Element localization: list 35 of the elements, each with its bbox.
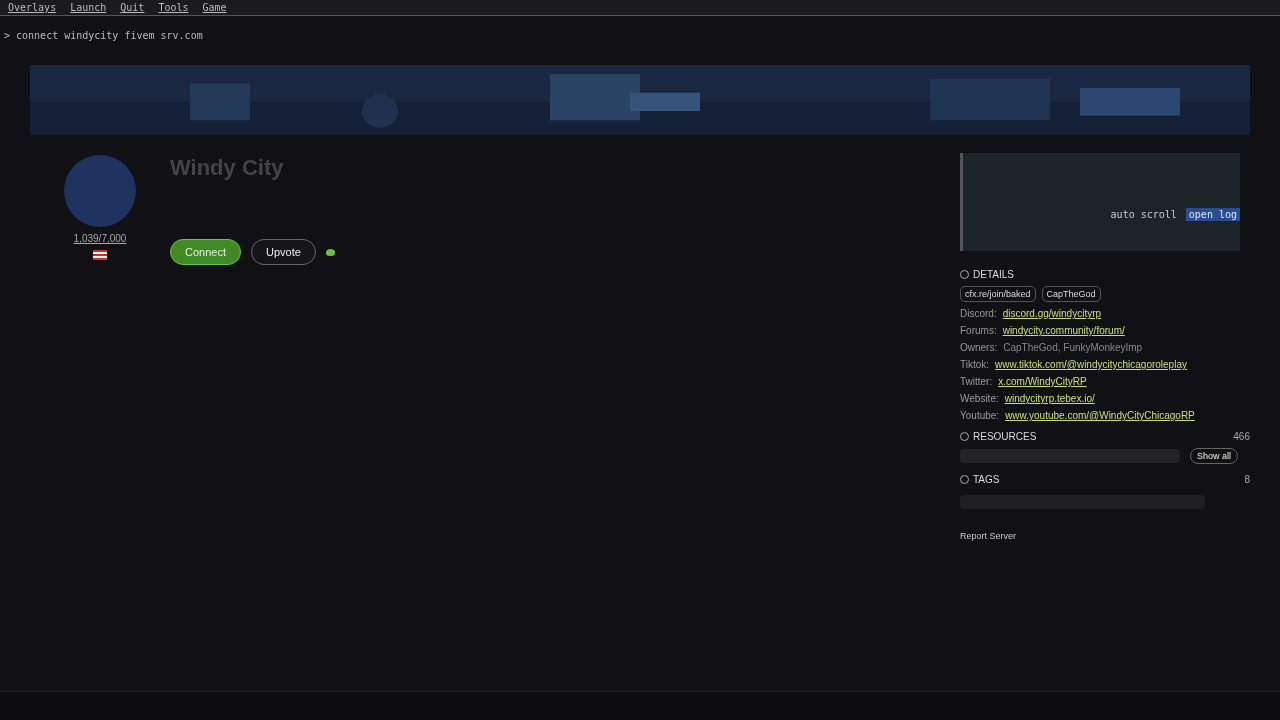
detail-label: Owners: xyxy=(960,342,998,353)
show-all-button[interactable]: Show all xyxy=(1190,448,1239,464)
menu-item[interactable]: Tools xyxy=(158,2,189,13)
detail-label: Twitter: xyxy=(960,376,993,387)
section-title: TAGS xyxy=(973,474,1000,485)
section-count: 8 xyxy=(1244,474,1250,485)
section-title: DETAILS xyxy=(973,269,1014,280)
detail-label: Youtube: xyxy=(960,410,1000,421)
report-button[interactable]: Report Server xyxy=(960,531,1017,541)
menu-item[interactable]: Game xyxy=(202,2,227,13)
detail-link[interactable]: x.com/WindyCityRP xyxy=(998,376,1087,387)
detail-link[interactable]: discord.gg/windycityrp xyxy=(1002,308,1102,319)
connect-button[interactable]: Connect xyxy=(170,239,241,265)
detail-chip[interactable]: cfx.re/join/baked xyxy=(960,286,1036,302)
upvote-button[interactable]: Upvote xyxy=(251,239,316,265)
menu-item[interactable]: Launch xyxy=(70,2,107,13)
menu-item[interactable]: Quit xyxy=(120,2,145,13)
detail-label: Tiktok: xyxy=(960,359,990,370)
detail-chip[interactable]: CapTheGod xyxy=(1041,286,1101,302)
section-count: 466 xyxy=(1233,431,1250,442)
detail-value: CapTheGod, FunkyMonkeyImp xyxy=(1003,342,1143,353)
detail-label: Discord: xyxy=(960,308,997,319)
console-line: > connect windycity fivem srv.com xyxy=(4,30,204,41)
detail-label: Website: xyxy=(960,393,999,404)
console-action[interactable]: auto scroll xyxy=(1107,208,1180,221)
detail-link[interactable]: www.youtube.com/@WindyCityChicagoRP xyxy=(1005,410,1195,421)
section-title: RESOURCES xyxy=(973,431,1037,442)
flag-icon xyxy=(93,250,107,260)
detail-label: Forums: xyxy=(960,325,997,336)
menu-item[interactable]: Overlays xyxy=(8,2,57,13)
detail-link[interactable]: windycityrp.tebex.io/ xyxy=(1004,393,1095,404)
detail-link[interactable]: www.tiktok.com/@windycitychicagoroleplay xyxy=(995,359,1187,370)
detail-link[interactable]: windycity.community/forum/ xyxy=(1002,325,1125,336)
console-action[interactable]: open log xyxy=(1185,208,1240,221)
player-count: 1,039/7,000 xyxy=(73,233,127,244)
